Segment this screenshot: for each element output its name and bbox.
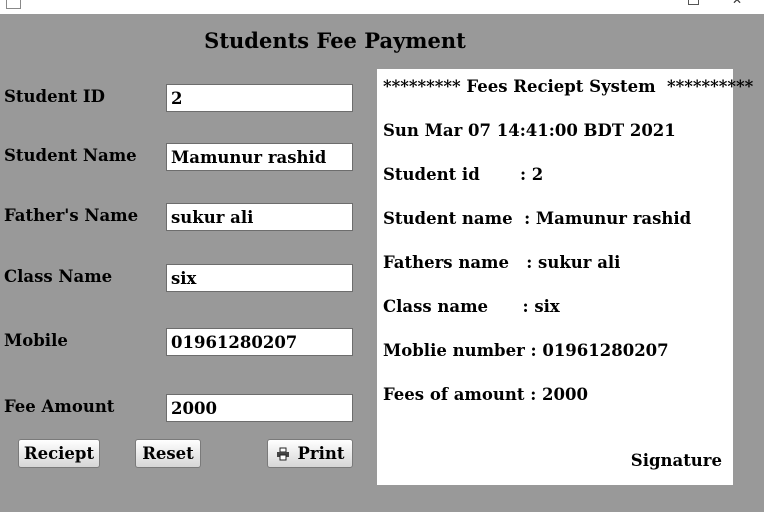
student-name-input[interactable] [166,143,353,171]
fee-amount-label: Fee Amount [4,397,115,416]
receipt-fathers-name: Fathers name : sukur ali [383,253,621,272]
mobile-input[interactable] [166,328,353,356]
receipt-button-label: Reciept [23,444,95,463]
receipt-panel: ********* Fees Reciept System **********… [377,69,753,485]
receipt-button[interactable]: Reciept [18,439,100,468]
receipt-fee-amount: Fees of amount : 2000 [383,385,588,404]
reset-button[interactable]: Reset [135,439,201,468]
print-button[interactable]: Print [267,439,353,468]
close-icon[interactable]: ✕ [732,0,742,6]
receipt-student-id: Student id : 2 [383,165,544,184]
receipt-class-name: Class name : six [383,297,560,316]
fathers-name-label: Father's Name [4,206,139,225]
receipt-signature: Signature [630,451,722,470]
class-name-input[interactable] [166,264,353,292]
fathers-name-input[interactable] [166,203,353,231]
reset-button-label: Reset [142,444,194,463]
printer-icon [276,447,289,460]
student-id-label: Student ID [4,87,105,106]
receipt-mobile: Moblie number : 01961280207 [383,341,669,360]
student-name-label: Student Name [4,146,137,165]
app-icon [6,0,21,9]
maximize-icon[interactable] [688,0,699,5]
student-id-input[interactable] [166,84,353,112]
title-bar: ✕ [0,0,764,14]
receipt-date: Sun Mar 07 14:41:00 BDT 2021 [383,121,676,140]
mobile-label: Mobile [4,331,68,350]
receipt-student-name: Student name : Mamunur rashid [383,209,692,228]
receipt-header: ********* Fees Reciept System ********** [383,77,754,96]
fee-amount-input[interactable] [166,394,353,422]
class-name-label: Class Name [4,267,113,286]
page-title: Students Fee Payment [204,28,466,53]
print-button-label: Print [297,444,345,463]
